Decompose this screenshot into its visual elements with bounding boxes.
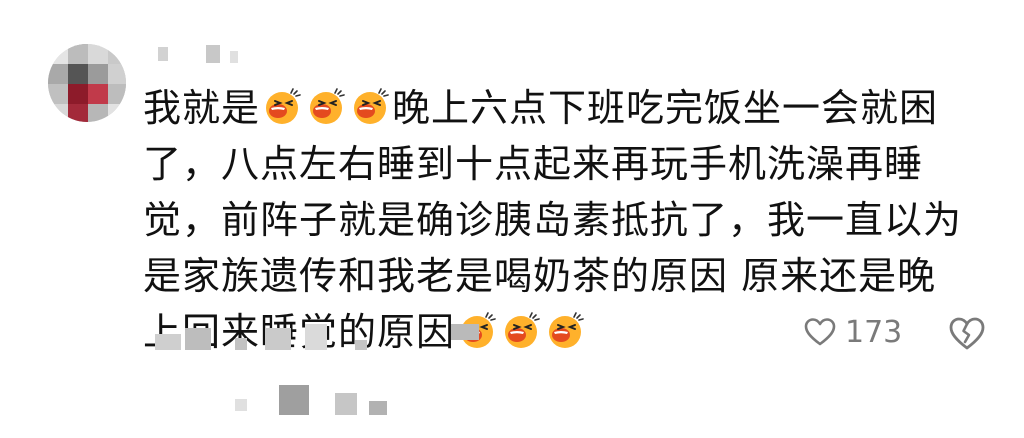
broken-heart-outline-icon	[947, 314, 987, 354]
laughing-crying-face-icon	[350, 86, 390, 126]
laughing-crying-face-icon	[262, 86, 302, 126]
reply-redacted[interactable]	[235, 385, 415, 421]
laughing-crying-face-icon	[501, 310, 541, 350]
like-button[interactable]: 173	[803, 312, 902, 352]
heart-outline-icon	[803, 315, 837, 349]
laughing-crying-face-icon	[545, 310, 585, 350]
avatar[interactable]	[48, 44, 126, 122]
comment-meta-redacted	[155, 318, 495, 358]
laughing-crying-face-icon	[306, 86, 346, 126]
like-count: 173	[845, 314, 903, 350]
username-redacted[interactable]	[158, 45, 278, 67]
dislike-button[interactable]	[947, 314, 987, 354]
comment-text-segment: 我就是	[143, 86, 261, 130]
